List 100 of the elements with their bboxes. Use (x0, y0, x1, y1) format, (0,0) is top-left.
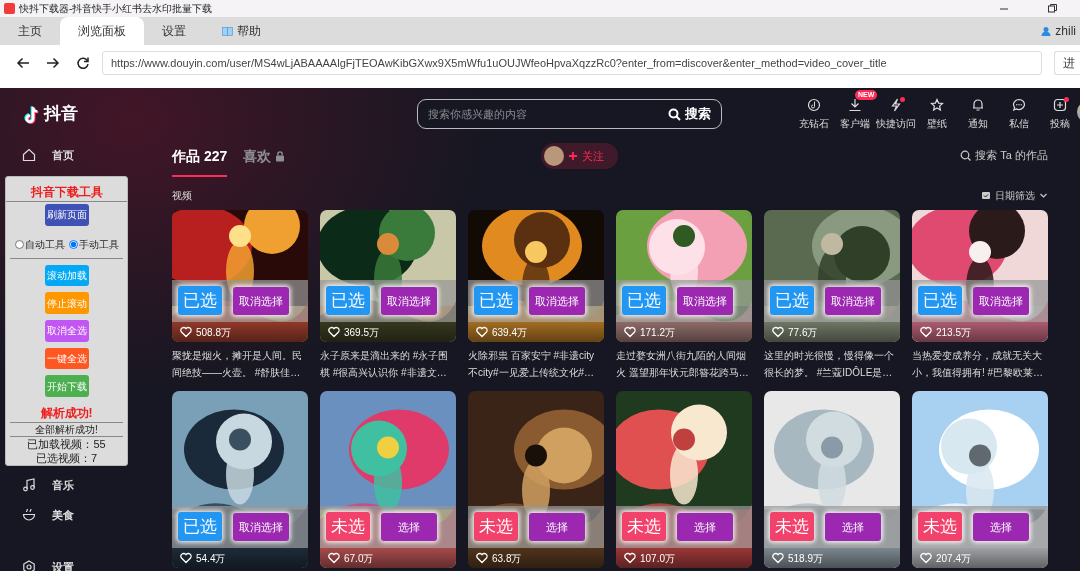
radio-label[interactable]: 自动工具 (24, 236, 65, 252)
header-action[interactable]: 壁纸 (917, 97, 957, 131)
home-icon (22, 148, 36, 162)
profile-tab[interactable]: 作品 227 (172, 146, 228, 177)
selection-toggle-button[interactable]: 取消选择 (233, 287, 289, 315)
sidebar-item[interactable]: 美食 (0, 505, 74, 525)
header-action[interactable]: 充钻石 (794, 97, 834, 131)
selection-toggle-button[interactable]: 取消选择 (825, 287, 881, 315)
download-icon (848, 97, 862, 112)
search-icon (668, 107, 681, 121)
stat-text: 已加载视频：55 (27, 437, 106, 452)
selection-toggle-button[interactable]: 选择 (825, 513, 881, 541)
selection-toggle-button[interactable]: 取消选择 (381, 287, 437, 315)
tab[interactable]: 帮助 (204, 17, 279, 45)
like-count: 54.4万 (196, 551, 226, 566)
tool-button[interactable]: 取消全选 (44, 320, 89, 342)
music-icon (22, 478, 36, 492)
like-count: 107.0万 (640, 551, 676, 566)
forward-icon[interactable] (46, 55, 60, 70)
video-thumbnail[interactable]: 已选 取消选择 508.8万 (172, 210, 308, 342)
radio-label[interactable]: 手动工具 (78, 236, 119, 252)
selection-toggle-button[interactable]: 取消选择 (233, 513, 289, 541)
video-caption[interactable]: 走过婺女洲八街九陌的人间烟火 遥望那年状元郎簪花跨马… (616, 347, 752, 383)
search-button[interactable]: 搜索 (662, 103, 717, 125)
parse-status: 解析成功! (40, 405, 93, 423)
heart-icon (180, 552, 192, 564)
selection-toggle-button[interactable]: 选择 (677, 513, 733, 541)
search-field[interactable]: 搜索你感兴趣的内容 搜索 (416, 99, 722, 129)
heart-icon (772, 552, 784, 564)
heart-icon (476, 552, 488, 564)
chat-icon (1012, 97, 1026, 112)
video-thumbnail[interactable]: 已选 取消选择 171.2万 (616, 210, 752, 342)
video-caption[interactable]: 永子原来是滴出来的 #永子围棋 #很高兴认识你 #非遗文… (320, 347, 456, 383)
tab[interactable]: 设置 (144, 17, 204, 45)
user-icon (1041, 26, 1052, 36)
like-count: 207.4万 (936, 551, 972, 566)
go-button[interactable]: 进 (1054, 50, 1080, 75)
heart-icon (772, 326, 784, 338)
video-thumbnail[interactable]: 已选 取消选择 54.4万 (172, 391, 308, 568)
profile-tab[interactable]: 喜欢 (243, 146, 286, 177)
address-field[interactable]: https://www.douyin.com/user/MS4wLjABAAAAlgFjTEOAwKibGXwx9X5mWfu1uOUJWfeoHpvaXqzzRc0?enter_from=discover&enter_method=video_cover_title (102, 50, 1042, 75)
sidebar-item[interactable]: 首页 (0, 145, 74, 165)
heart-icon (476, 326, 488, 338)
header-action[interactable]: 通知 (958, 97, 998, 131)
radio-button[interactable] (14, 239, 24, 249)
selection-status[interactable]: 未选 (918, 512, 962, 541)
video-thumbnail[interactable]: 未选 选择 518.9万 (764, 391, 900, 568)
logo-text: 抖音 (44, 103, 78, 126)
header-action[interactable]: 投稿 (1040, 97, 1080, 131)
search-icon (960, 149, 972, 161)
sidebar-item[interactable]: 音乐 (0, 475, 74, 495)
video-thumbnail[interactable]: 未选 选择 63.8万 (468, 391, 604, 568)
video-thumbnail[interactable]: 已选 取消选择 77.6万 (764, 210, 900, 342)
parse-detail: 全部解析成功! (35, 423, 98, 437)
follow-button[interactable]: 关注 (541, 143, 619, 169)
selection-toggle-button[interactable]: 取消选择 (677, 287, 733, 315)
selection-toggle-button[interactable]: 选择 (973, 513, 1029, 541)
selection-toggle-button[interactable]: 取消选择 (529, 287, 585, 315)
date-filter-button[interactable]: 日期筛选 (981, 187, 1048, 203)
selection-toggle-button[interactable]: 取消选择 (973, 287, 1029, 315)
video-thumbnail[interactable]: 未选 选择 67.0万 (320, 391, 456, 568)
back-icon[interactable] (16, 55, 30, 70)
video-thumbnail[interactable]: 已选 取消选择 639.4万 (468, 210, 604, 342)
video-thumbnail[interactable]: 未选 选择 207.4万 (912, 391, 1048, 568)
tool-button[interactable]: 刷新页面 (44, 204, 89, 226)
video-thumbnail[interactable]: 已选 取消选择 213.5万 (912, 210, 1048, 342)
lightning-icon (889, 97, 903, 112)
selection-toggle-button[interactable]: 选择 (381, 513, 437, 541)
radio-button[interactable] (68, 239, 78, 249)
heart-icon (920, 326, 932, 338)
like-count: 67.0万 (344, 551, 374, 566)
video-caption[interactable]: 当热爱变成养分，成就无关大小，我值得拥有! #巴黎欧莱… (912, 347, 1048, 383)
panel-title: 抖音下载工具 (30, 184, 103, 201)
book-icon (222, 25, 233, 37)
video-caption[interactable]: 聚拢是烟火，摊开是人间。民间绝技——火壶。 #舒肤佳… (172, 347, 308, 383)
selection-toggle-button[interactable]: 选择 (529, 513, 585, 541)
video-thumbnail[interactable]: 未选 选择 107.0万 (616, 391, 752, 568)
selection-status[interactable]: 未选 (326, 512, 370, 541)
avatar (544, 146, 565, 166)
video-thumbnail[interactable]: 已选 取消选择 369.5万 (320, 210, 456, 342)
search-works-button[interactable]: 搜索 Ta 的作品 (960, 147, 1048, 164)
reload-icon[interactable] (76, 55, 90, 70)
tab[interactable]: 主页 (0, 17, 60, 45)
like-count: 508.8万 (196, 325, 232, 340)
video-caption[interactable]: 这里的时光很慢，慢得像一个很长的梦。 #兰蔻IDÔLE是… (764, 347, 900, 383)
selection-status[interactable]: 未选 (622, 512, 666, 541)
header-action[interactable]: 快捷访问 (876, 97, 916, 131)
bowl-icon (22, 508, 36, 522)
bell-icon (971, 97, 985, 112)
header-action[interactable]: 私信 (999, 97, 1039, 131)
tab[interactable]: 浏览面板 (60, 17, 144, 45)
like-count: 518.9万 (788, 551, 824, 566)
selection-status[interactable]: 未选 (770, 512, 814, 541)
heart-icon (328, 552, 340, 564)
settings-icon (22, 560, 36, 571)
selection-status[interactable]: 未选 (474, 512, 518, 541)
user-name: zhili (1055, 23, 1076, 40)
video-caption[interactable]: 火除邪祟 百家安宁 #非遗city不city#一见爱上传统文化#… (468, 347, 604, 383)
header-action[interactable]: 客户端 (835, 97, 875, 131)
restore-icon[interactable] (1047, 3, 1058, 14)
